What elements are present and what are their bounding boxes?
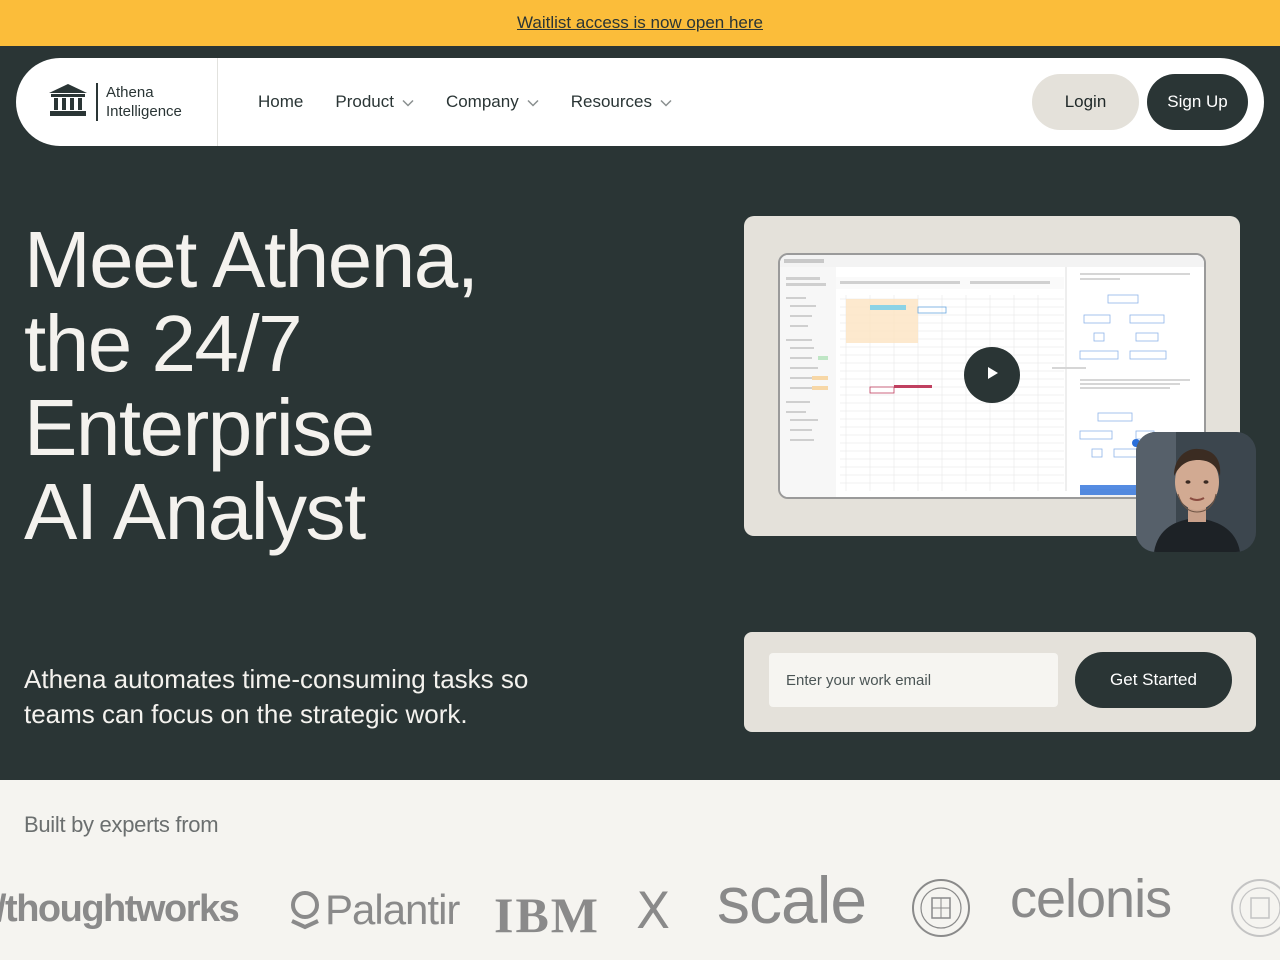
nav-product-label: Product: [335, 92, 394, 111]
nav-company-label: Company: [445, 92, 519, 111]
get-started-button[interactable]: Get Started: [1075, 652, 1232, 708]
partner-logo-row: /thoughtworks Palantir IBM X scale celon…: [0, 863, 1280, 944]
ibm-text: IBM: [494, 887, 600, 943]
nav-resources[interactable]: Resources: [571, 92, 672, 112]
nav-company[interactable]: Company: [446, 92, 539, 112]
hero-title-line-3: Enterprise: [24, 383, 375, 472]
partners-section: Built by experts from /thoughtworks Pala…: [0, 780, 1280, 960]
chevron-down-icon: [660, 92, 672, 112]
brand-line-1: Athena: [106, 84, 154, 101]
scale-logo: scale: [717, 863, 867, 937]
bank-icon: [48, 83, 88, 122]
nav-home[interactable]: Home: [258, 92, 303, 112]
partners-heading: Built by experts from: [24, 812, 219, 837]
palantir-logo: Palantir: [289, 886, 460, 934]
cornell-seal: [911, 878, 971, 943]
brand-name: Athena Intelligence: [96, 83, 182, 121]
brand-logo[interactable]: Athena Intelligence: [16, 58, 218, 146]
play-button[interactable]: [964, 347, 1020, 403]
palantir-text: Palantir: [325, 886, 460, 933]
hero-title-line-1: Meet Athena,: [24, 215, 479, 304]
celonis-logo: celonis: [1010, 869, 1172, 929]
main-nav: Home Product Company Resources: [258, 92, 672, 112]
hero-subtitle: Athena automates time-consuming tasks so…: [24, 664, 529, 729]
presenter-avatar: [1136, 432, 1256, 552]
cornell-seal-repeat: [1230, 878, 1280, 943]
hero-title-line-4: AI Analyst: [24, 467, 366, 556]
hero-title: Meet Athena, the 24/7 Enterprise AI Anal…: [24, 218, 644, 554]
x-logo: X: [636, 882, 671, 940]
brand-line-2: Intelligence: [106, 103, 182, 120]
chevron-down-icon: [527, 92, 539, 112]
signup-card: Get Started: [744, 632, 1256, 732]
email-field[interactable]: [769, 653, 1058, 707]
waitlist-link[interactable]: Waitlist access is now open here: [517, 13, 763, 33]
chevron-down-icon: [402, 92, 414, 112]
signup-button[interactable]: Sign Up: [1147, 74, 1248, 130]
thoughtworks-logo: /thoughtworks: [0, 888, 240, 930]
nav-product[interactable]: Product: [335, 92, 414, 112]
nav-home-label: Home: [258, 92, 304, 111]
play-icon: [985, 366, 999, 385]
navbar: Athena Intelligence Home Product Company…: [16, 58, 1264, 146]
nav-resources-label: Resources: [570, 92, 652, 111]
announcement-banner: Waitlist access is now open here: [0, 0, 1280, 46]
login-button[interactable]: Login: [1032, 74, 1139, 130]
ibm-logo: IBM: [494, 886, 600, 944]
hero-title-line-2: the 24/7: [24, 299, 303, 388]
auth-buttons: Login Sign Up: [1032, 74, 1248, 130]
